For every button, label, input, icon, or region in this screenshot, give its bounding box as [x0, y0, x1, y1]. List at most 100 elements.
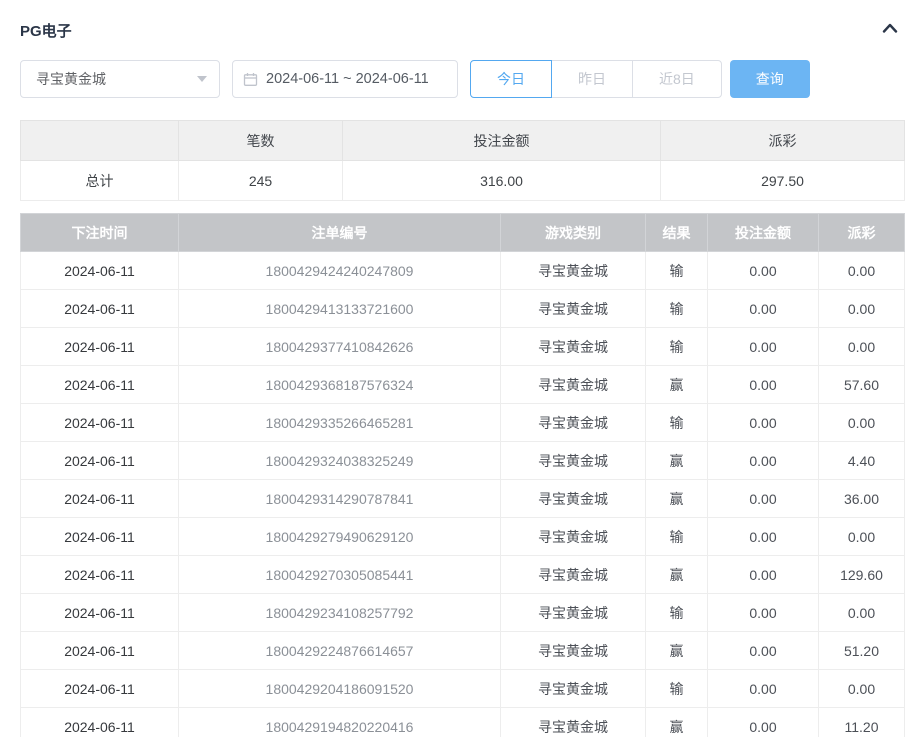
bet-time-cell: 2024-06-11 [21, 480, 179, 518]
last-8-days-button[interactable]: 近8日 [632, 60, 722, 98]
count-cell: 245 [179, 161, 343, 201]
payout-cell: 11.20 [819, 708, 905, 737]
payout-cell: 36.00 [819, 480, 905, 518]
table-row: 2024-06-111800429314290787841寻宝黄金城赢0.003… [21, 480, 905, 518]
summary-header-count: 笔数 [179, 121, 343, 161]
game-category-cell: 寻宝黄金城 [501, 328, 646, 366]
chevron-up-icon [882, 21, 898, 39]
game-category-cell: 寻宝黄金城 [501, 366, 646, 404]
game-category-cell: 寻宝黄金城 [501, 632, 646, 670]
game-select-value: 寻宝黄金城 [36, 69, 106, 89]
order-id-cell: 1800429335266465281 [179, 404, 501, 442]
game-category-cell: 寻宝黄金城 [501, 594, 646, 632]
order-id-cell: 1800429234108257792 [179, 594, 501, 632]
game-category-cell: 寻宝黄金城 [501, 480, 646, 518]
bet-amount-cell: 0.00 [708, 404, 819, 442]
order-id-cell: 1800429204186091520 [179, 670, 501, 708]
game-category-cell: 寻宝黄金城 [501, 670, 646, 708]
game-category-cell: 寻宝黄金城 [501, 442, 646, 480]
result-cell: 赢 [646, 556, 708, 594]
order-id-cell: 1800429377410842626 [179, 328, 501, 366]
bet-amount-cell: 0.00 [708, 632, 819, 670]
payout-cell: 0.00 [819, 252, 905, 290]
payout-cell: 0.00 [819, 594, 905, 632]
yesterday-button[interactable]: 昨日 [551, 60, 633, 98]
result-cell: 输 [646, 594, 708, 632]
detail-header-payout: 派彩 [819, 214, 905, 252]
bet-time-cell: 2024-06-11 [21, 442, 179, 480]
date-range-value: 2024-06-11 ~ 2024-06-11 [266, 71, 429, 87]
bet-time-cell: 2024-06-11 [21, 290, 179, 328]
date-range-input[interactable]: 2024-06-11 ~ 2024-06-11 [232, 60, 458, 98]
table-row: 2024-06-111800429324038325249寻宝黄金城赢0.004… [21, 442, 905, 480]
chevron-down-icon [197, 76, 207, 82]
detail-header-bet-amount: 投注金额 [708, 214, 819, 252]
payout-cell: 0.00 [819, 404, 905, 442]
game-category-cell: 寻宝黄金城 [501, 290, 646, 328]
detail-header-game-category: 游戏类别 [501, 214, 646, 252]
order-id-cell: 1800429324038325249 [179, 442, 501, 480]
summary-header-bet-amount: 投注金额 [343, 121, 661, 161]
payout-cell: 0.00 [819, 670, 905, 708]
bet-amount-cell: 0.00 [708, 708, 819, 737]
summary-table-body: 总计245316.00297.50 [21, 161, 905, 201]
payout-cell: 57.60 [819, 366, 905, 404]
bet-time-cell: 2024-06-11 [21, 404, 179, 442]
table-row: 2024-06-111800429424240247809寻宝黄金城输0.000… [21, 252, 905, 290]
payout-cell: 129.60 [819, 556, 905, 594]
bet-time-cell: 2024-06-11 [21, 594, 179, 632]
bet-time-cell: 2024-06-11 [21, 670, 179, 708]
total-label-cell: 总计 [21, 161, 179, 201]
table-row: 2024-06-111800429194820220416寻宝黄金城赢0.001… [21, 708, 905, 737]
table-row: 总计245316.00297.50 [21, 161, 905, 201]
table-row: 2024-06-111800429204186091520寻宝黄金城输0.000… [21, 670, 905, 708]
detail-table: 下注时间 注单编号 游戏类别 结果 投注金额 派彩 2024-06-111800… [20, 213, 905, 737]
order-id-cell: 1800429224876614657 [179, 632, 501, 670]
table-row: 2024-06-111800429335266465281寻宝黄金城输0.000… [21, 404, 905, 442]
panel-title: PG电子 [20, 20, 72, 41]
result-cell: 赢 [646, 708, 708, 737]
bet-amount-cell: 0.00 [708, 366, 819, 404]
detail-table-body: 2024-06-111800429424240247809寻宝黄金城输0.000… [21, 252, 905, 737]
summary-header-payout: 派彩 [661, 121, 905, 161]
order-id-cell: 1800429368187576324 [179, 366, 501, 404]
bet-amount-cell: 0.00 [708, 252, 819, 290]
payout-cell: 297.50 [661, 161, 905, 201]
game-category-cell: 寻宝黄金城 [501, 708, 646, 737]
order-id-cell: 1800429270305085441 [179, 556, 501, 594]
bet-time-cell: 2024-06-11 [21, 518, 179, 556]
result-cell: 赢 [646, 442, 708, 480]
today-button[interactable]: 今日 [470, 60, 552, 98]
bet-time-cell: 2024-06-11 [21, 252, 179, 290]
detail-header-bet-time: 下注时间 [21, 214, 179, 252]
bet-amount-cell: 0.00 [708, 594, 819, 632]
order-id-cell: 1800429424240247809 [179, 252, 501, 290]
result-cell: 输 [646, 252, 708, 290]
payout-cell: 4.40 [819, 442, 905, 480]
result-cell: 赢 [646, 632, 708, 670]
bet-amount-cell: 0.00 [708, 556, 819, 594]
game-category-cell: 寻宝黄金城 [501, 404, 646, 442]
table-row: 2024-06-111800429234108257792寻宝黄金城输0.000… [21, 594, 905, 632]
result-cell: 输 [646, 328, 708, 366]
collapse-button[interactable] [882, 21, 898, 39]
game-select[interactable]: 寻宝黄金城 [20, 60, 220, 98]
bet-amount-cell: 0.00 [708, 290, 819, 328]
table-row: 2024-06-111800429224876614657寻宝黄金城赢0.005… [21, 632, 905, 670]
detail-header-order-id: 注单编号 [179, 214, 501, 252]
search-button[interactable]: 查询 [730, 60, 810, 98]
summary-table: 笔数 投注金额 派彩 总计245316.00297.50 [20, 120, 905, 201]
bet-amount-cell: 0.00 [708, 480, 819, 518]
result-cell: 赢 [646, 480, 708, 518]
result-cell: 赢 [646, 366, 708, 404]
bet-amount-cell: 0.00 [708, 518, 819, 556]
bet-amount-cell: 0.00 [708, 328, 819, 366]
panel-header: PG电子 [20, 0, 904, 40]
game-category-cell: 寻宝黄金城 [501, 252, 646, 290]
result-cell: 输 [646, 518, 708, 556]
order-id-cell: 1800429194820220416 [179, 708, 501, 737]
game-category-cell: 寻宝黄金城 [501, 556, 646, 594]
result-cell: 输 [646, 670, 708, 708]
quick-date-button-group: 今日 昨日 近8日 [470, 60, 722, 98]
detail-header-result: 结果 [646, 214, 708, 252]
